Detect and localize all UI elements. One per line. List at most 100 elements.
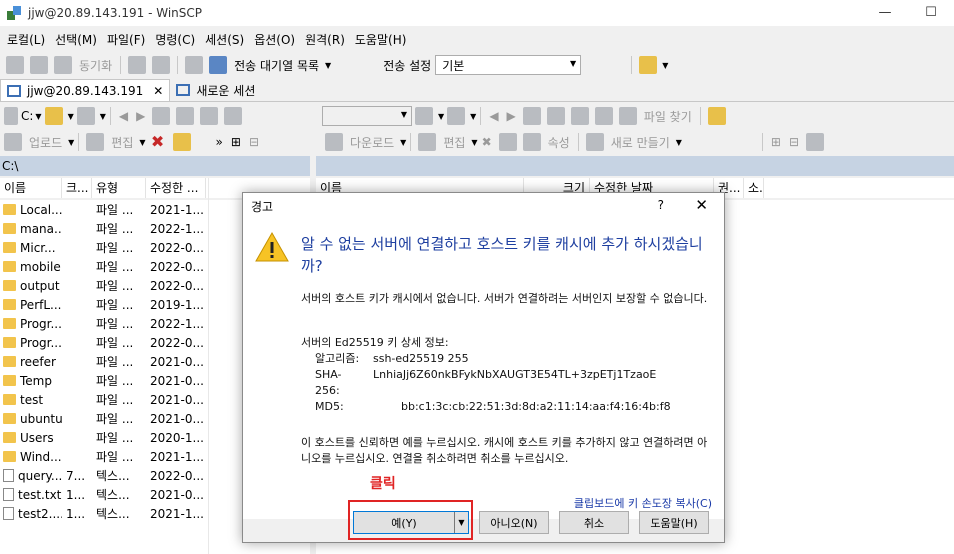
home-icon[interactable] (570, 107, 589, 125)
more-icon[interactable]: » (216, 135, 223, 149)
chevron-down-icon[interactable]: ▼ (662, 61, 668, 70)
sync-browse-icon[interactable] (30, 56, 48, 74)
no-button[interactable]: 아니오(N) (479, 511, 549, 534)
col-modified[interactable]: 수정한 ... (146, 178, 206, 198)
plus-icon[interactable]: ⊞ (231, 135, 241, 149)
help-button[interactable]: 도움말(H) (639, 511, 709, 534)
putty-icon[interactable] (152, 56, 171, 74)
globe-icon[interactable] (639, 56, 658, 74)
chevron-down-icon[interactable]: ▼ (400, 138, 406, 147)
chevron-down-icon[interactable]: ▼ (68, 112, 74, 121)
home-icon[interactable] (200, 107, 219, 125)
folder-icon (3, 223, 16, 234)
col-owner[interactable]: 소. (744, 178, 764, 198)
minimize-button[interactable]: — (862, 0, 908, 24)
edit-button[interactable]: 편집 (443, 134, 465, 151)
remote-dir-select[interactable]: ▼ (322, 106, 412, 126)
upload-button[interactable]: 업로드 (29, 134, 62, 151)
refresh-icon[interactable] (594, 107, 613, 125)
parent-dir-icon[interactable] (152, 107, 171, 125)
dialog-close-button[interactable]: ✕ (695, 196, 708, 214)
download-icon[interactable] (325, 133, 343, 151)
chevron-down-icon[interactable]: ▼ (471, 138, 477, 147)
filter-icon[interactable] (76, 107, 95, 125)
tab-close-button[interactable]: ✕ (153, 84, 163, 98)
menu-options[interactable]: 옵션(O) (249, 31, 300, 48)
chevron-down-icon[interactable]: ▼ (470, 112, 476, 121)
menu-session[interactable]: 세션(S) (200, 31, 249, 48)
chevron-down-icon[interactable]: ▼ (676, 138, 682, 147)
text-file-icon (3, 488, 14, 501)
upload-icon[interactable] (4, 133, 22, 151)
local-drive-select[interactable]: C: (21, 109, 33, 123)
minus-icon[interactable]: ⊟ (249, 135, 259, 149)
plus-icon[interactable]: ⊞ (771, 135, 781, 149)
col-type[interactable]: 유형 (92, 178, 146, 198)
chevron-down-icon[interactable]: ▼ (325, 61, 331, 70)
download-button[interactable]: 다운로드 (350, 134, 394, 151)
filter-icon[interactable] (447, 107, 466, 125)
queue-icon[interactable] (209, 56, 228, 74)
preferences-gear-icon[interactable] (185, 56, 204, 74)
sync-button[interactable]: 동기화 (79, 57, 112, 74)
forward-icon[interactable]: ▶ (507, 109, 516, 123)
root-dir-icon[interactable] (176, 107, 195, 125)
tab-new-session[interactable]: 새로운 세션 (170, 79, 261, 101)
chevron-down-icon[interactable]: ▼ (35, 112, 41, 121)
forward-icon[interactable]: ▶ (136, 109, 145, 123)
menu-remote[interactable]: 원격(R) (300, 31, 350, 48)
delete-icon[interactable]: ✖ (482, 135, 492, 149)
sync-icon[interactable] (54, 56, 72, 74)
toolbar-separator (177, 56, 179, 74)
parent-dir-icon[interactable] (522, 107, 541, 125)
menu-help[interactable]: 도움말(H) (350, 31, 412, 48)
rename-icon[interactable] (498, 133, 517, 151)
tab-session-active[interactable]: jjw@20.89.143.191 ✕ (0, 79, 171, 101)
menu-mark[interactable]: 선택(M) (50, 31, 102, 48)
file-date: 2022-0... (150, 468, 204, 483)
edit-icon[interactable] (86, 133, 105, 151)
col-name[interactable]: 이름 (0, 178, 62, 198)
new-button[interactable]: 새로 만들기 (611, 134, 670, 151)
refresh-icon[interactable] (224, 107, 243, 125)
chevron-down-icon[interactable]: ▼ (139, 138, 145, 147)
dialog-help-button[interactable]: ? (658, 198, 664, 212)
find-files-icon[interactable] (618, 107, 637, 125)
maximize-button[interactable]: ☐ (908, 0, 954, 24)
find-files-button[interactable]: 파일 찾기 (644, 108, 692, 125)
menu-commands[interactable]: 명령(C) (150, 31, 200, 48)
remote-action-toolbar: 다운로드 ▼ 편집 ▼ ✖ 속성 새로 만들기 ▼ ⊞ ⊟ (322, 129, 954, 155)
col-size[interactable]: 크... (62, 178, 92, 198)
queue-list-button[interactable]: 전송 대기열 목록 (234, 57, 319, 74)
chevron-down-icon[interactable]: ▼ (438, 112, 444, 121)
properties-icon[interactable] (522, 133, 541, 151)
detail-key: SHA-256: (315, 368, 342, 397)
transfer-settings-select[interactable]: 기본 ▼ (435, 55, 582, 75)
edit-button[interactable]: 편집 (111, 134, 133, 151)
cancel-button[interactable]: 취소 (559, 511, 629, 534)
edit-icon[interactable] (418, 133, 437, 151)
chevron-down-icon[interactable]: ▼ (68, 138, 74, 147)
back-icon[interactable]: ◀ (119, 109, 128, 123)
copy-fingerprint-link[interactable]: 클립보드에 키 손도장 복사(C) (574, 495, 712, 511)
tree-toggle-icon[interactable] (707, 107, 726, 125)
properties-button[interactable]: 속성 (548, 134, 570, 151)
file-date: 2021-1... (150, 449, 204, 464)
delete-icon[interactable]: ✖ (149, 133, 167, 151)
file-name: Wind... (20, 449, 62, 464)
root-dir-icon[interactable] (546, 107, 565, 125)
minus-icon[interactable]: ⊟ (789, 135, 799, 149)
open-folder-icon[interactable] (415, 107, 433, 125)
open-folder-icon[interactable] (44, 107, 63, 125)
back-icon[interactable]: ◀ (489, 109, 498, 123)
chevron-down-icon[interactable]: ▼ (100, 112, 106, 121)
new-folder-icon[interactable] (585, 133, 604, 151)
rename-icon[interactable] (172, 133, 191, 151)
main-toolbar: 동기화 전송 대기열 목록 ▼ 전송 설정 기본 ▼ ▼ (0, 52, 954, 78)
remote-nav-toolbar: ▼ ▼ ▼ ◀ ▶ 파일 찾기 (322, 103, 954, 129)
menu-files[interactable]: 파일(F) (102, 31, 150, 48)
console-icon[interactable] (128, 56, 147, 74)
filter-icon[interactable] (806, 133, 825, 151)
compare-dirs-icon[interactable] (6, 56, 24, 74)
menu-local[interactable]: 로컬(L) (2, 31, 50, 48)
